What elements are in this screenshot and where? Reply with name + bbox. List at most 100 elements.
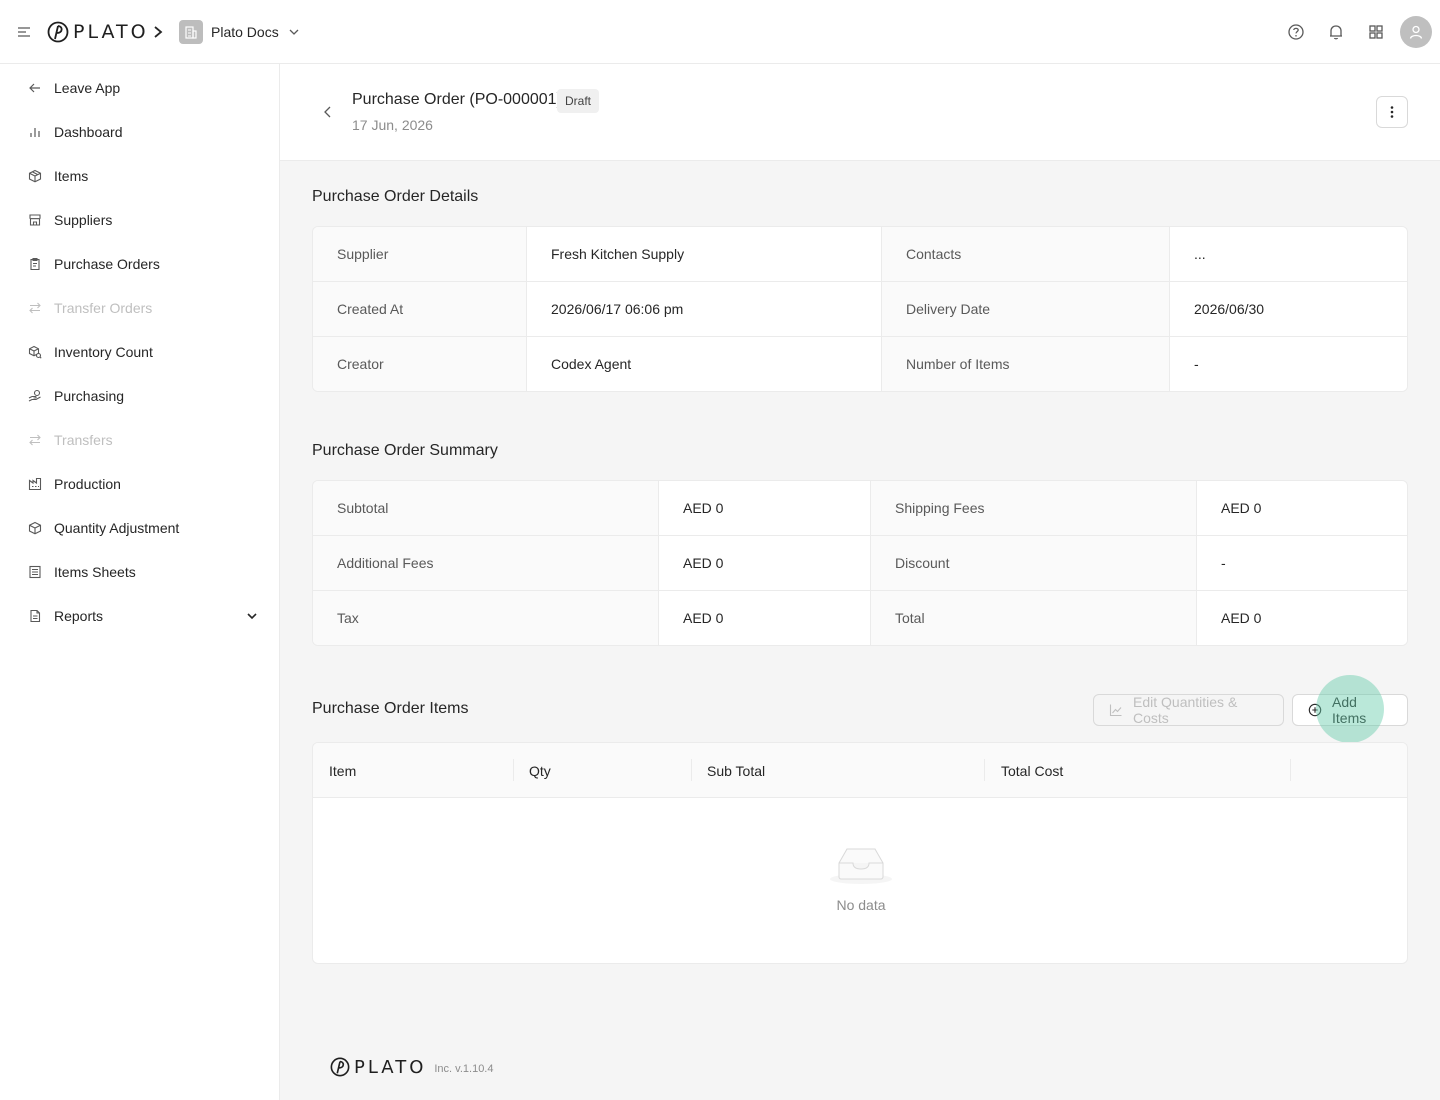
summary-row: Additional Fees AED 0 Discount - xyxy=(313,536,1407,591)
details-row: Created At 2026/06/17 06:06 pm Delivery … xyxy=(313,282,1407,337)
table-header: Item Qty Sub Total Total Cost xyxy=(313,743,1407,798)
list-sheet-icon xyxy=(29,565,41,579)
bell-icon[interactable] xyxy=(1327,23,1345,41)
plato-logo-mark-icon xyxy=(47,21,69,43)
edit-quantities-costs-button[interactable]: Edit Quantities & Costs xyxy=(1093,694,1284,726)
summary-value: AED 0 xyxy=(659,591,871,645)
user-avatar[interactable] xyxy=(1400,16,1432,48)
menu-icon[interactable] xyxy=(16,24,32,40)
summary-label: Shipping Fees xyxy=(871,481,1197,535)
summary-row: Subtotal AED 0 Shipping Fees AED 0 xyxy=(313,481,1407,536)
clipboard-icon xyxy=(30,257,40,271)
organization-switcher[interactable]: Plato Docs xyxy=(179,20,300,44)
sidebar-item-label: Leave App xyxy=(54,80,121,96)
sidebar-item-items[interactable]: Items xyxy=(0,154,279,198)
sidebar-item-quantity-adjustment[interactable]: Quantity Adjustment xyxy=(0,506,279,550)
summary-label: Tax xyxy=(313,591,659,645)
summary-value: AED 0 xyxy=(659,536,871,590)
edit-quantities-costs-label: Edit Quantities & Costs xyxy=(1133,694,1238,726)
sidebar-item-label: Items xyxy=(54,168,89,184)
items-table: Item Qty Sub Total Total Cost No data xyxy=(312,742,1408,964)
sidebar-item-label: Items Sheets xyxy=(54,564,136,580)
details-row: Creator Codex Agent Number of Items - xyxy=(313,337,1407,391)
apps-grid-icon[interactable] xyxy=(1367,23,1385,41)
hand-coins-icon xyxy=(28,389,41,402)
order-date: 17 Jun, 2026 xyxy=(352,117,433,133)
summary-label: Additional Fees xyxy=(313,536,659,590)
column-header-sub-total[interactable]: Sub Total xyxy=(707,743,765,798)
sidebar-item-suppliers[interactable]: Suppliers xyxy=(0,198,279,242)
sidebar-item-purchase-orders[interactable]: Purchase Orders xyxy=(0,242,279,286)
details-label: Creator xyxy=(313,337,527,391)
sidebar-item-transfers[interactable]: Transfers xyxy=(0,418,279,462)
box-adjust-icon xyxy=(28,521,42,535)
transfer-icon xyxy=(29,434,41,446)
sidebar-item-purchasing[interactable]: Purchasing xyxy=(0,374,279,418)
sidebar-item-label: Quantity Adjustment xyxy=(54,520,180,536)
sidebar-item-leave-app[interactable]: Leave App xyxy=(0,66,279,110)
sidebar-item-label: Transfers xyxy=(54,432,113,448)
chevron-left-icon[interactable] xyxy=(320,104,336,120)
footer: PLATO Inc. v.1.10.4 xyxy=(330,1056,493,1078)
sidebar: Leave App Dashboard Items Suppliers Purc… xyxy=(0,64,280,1100)
boxes-search-icon xyxy=(28,345,42,359)
plato-logo[interactable]: PLATO xyxy=(47,21,149,43)
add-items-button[interactable]: Add Items xyxy=(1292,694,1408,726)
footer-brand: PLATO xyxy=(354,1056,427,1078)
sidebar-item-transfer-orders[interactable]: Transfer Orders xyxy=(0,286,279,330)
brand-name: PLATO xyxy=(73,21,149,43)
column-divider xyxy=(513,759,514,781)
chevron-down-icon xyxy=(247,613,257,620)
column-divider xyxy=(691,759,692,781)
details-label: Contacts xyxy=(882,227,1170,281)
sidebar-item-reports[interactable]: Reports xyxy=(0,594,279,638)
details-table: Supplier Fresh Kitchen Supply Contacts .… xyxy=(312,226,1408,392)
column-header-total-cost[interactable]: Total Cost xyxy=(1001,743,1063,798)
column-divider xyxy=(984,759,985,781)
more-actions-button[interactable] xyxy=(1376,96,1408,128)
plato-logo-mark-icon xyxy=(330,1057,350,1077)
details-label: Supplier xyxy=(313,227,527,281)
add-items-label: Add Items xyxy=(1332,694,1367,726)
sidebar-item-items-sheets[interactable]: Items Sheets xyxy=(0,550,279,594)
column-header-qty[interactable]: Qty xyxy=(529,743,551,798)
sidebar-item-dashboard[interactable]: Dashboard xyxy=(0,110,279,154)
summary-label: Subtotal xyxy=(313,481,659,535)
sidebar-item-label: Dashboard xyxy=(54,124,123,140)
sidebar-item-production[interactable]: Production xyxy=(0,462,279,506)
empty-state-text: No data xyxy=(836,897,886,913)
summary-label: Discount xyxy=(871,536,1197,590)
details-value: ... xyxy=(1170,227,1407,281)
details-value: Fresh Kitchen Supply xyxy=(527,227,882,281)
column-header-item[interactable]: Item xyxy=(329,743,356,798)
details-value: 2026/06/30 xyxy=(1170,282,1407,336)
details-value: 2026/06/17 06:06 pm xyxy=(527,282,882,336)
details-label: Number of Items xyxy=(882,337,1170,391)
sidebar-item-label: Production xyxy=(54,476,121,492)
user-icon xyxy=(1409,25,1423,39)
summary-value: - xyxy=(1197,536,1407,590)
store-icon xyxy=(29,214,41,226)
more-vertical-icon xyxy=(1390,106,1394,118)
help-icon[interactable] xyxy=(1287,23,1305,41)
building-icon xyxy=(179,20,203,44)
details-label: Created At xyxy=(313,282,527,336)
summary-value: AED 0 xyxy=(659,481,871,535)
details-row: Supplier Fresh Kitchen Supply Contacts .… xyxy=(313,227,1407,282)
page-title: Purchase Order (PO-000001) xyxy=(352,91,562,108)
empty-inbox-icon xyxy=(830,848,892,884)
top-bar: PLATO Plato Docs xyxy=(0,0,1440,64)
sidebar-item-label: Suppliers xyxy=(54,212,113,228)
arrow-left-icon xyxy=(29,83,40,93)
sidebar-item-inventory-count[interactable]: Inventory Count xyxy=(0,330,279,374)
summary-table: Subtotal AED 0 Shipping Fees AED 0 Addit… xyxy=(312,480,1408,646)
status-badge: Draft xyxy=(557,89,600,113)
report-icon xyxy=(30,609,41,623)
summary-value: AED 0 xyxy=(1197,481,1407,535)
details-section-title: Purchase Order Details xyxy=(312,188,479,205)
details-value: Codex Agent xyxy=(527,337,882,391)
summary-row: Tax AED 0 Total AED 0 xyxy=(313,591,1407,645)
summary-section-title: Purchase Order Summary xyxy=(312,442,498,459)
summary-label: Total xyxy=(871,591,1197,645)
sidebar-item-label: Purchase Orders xyxy=(54,256,160,272)
